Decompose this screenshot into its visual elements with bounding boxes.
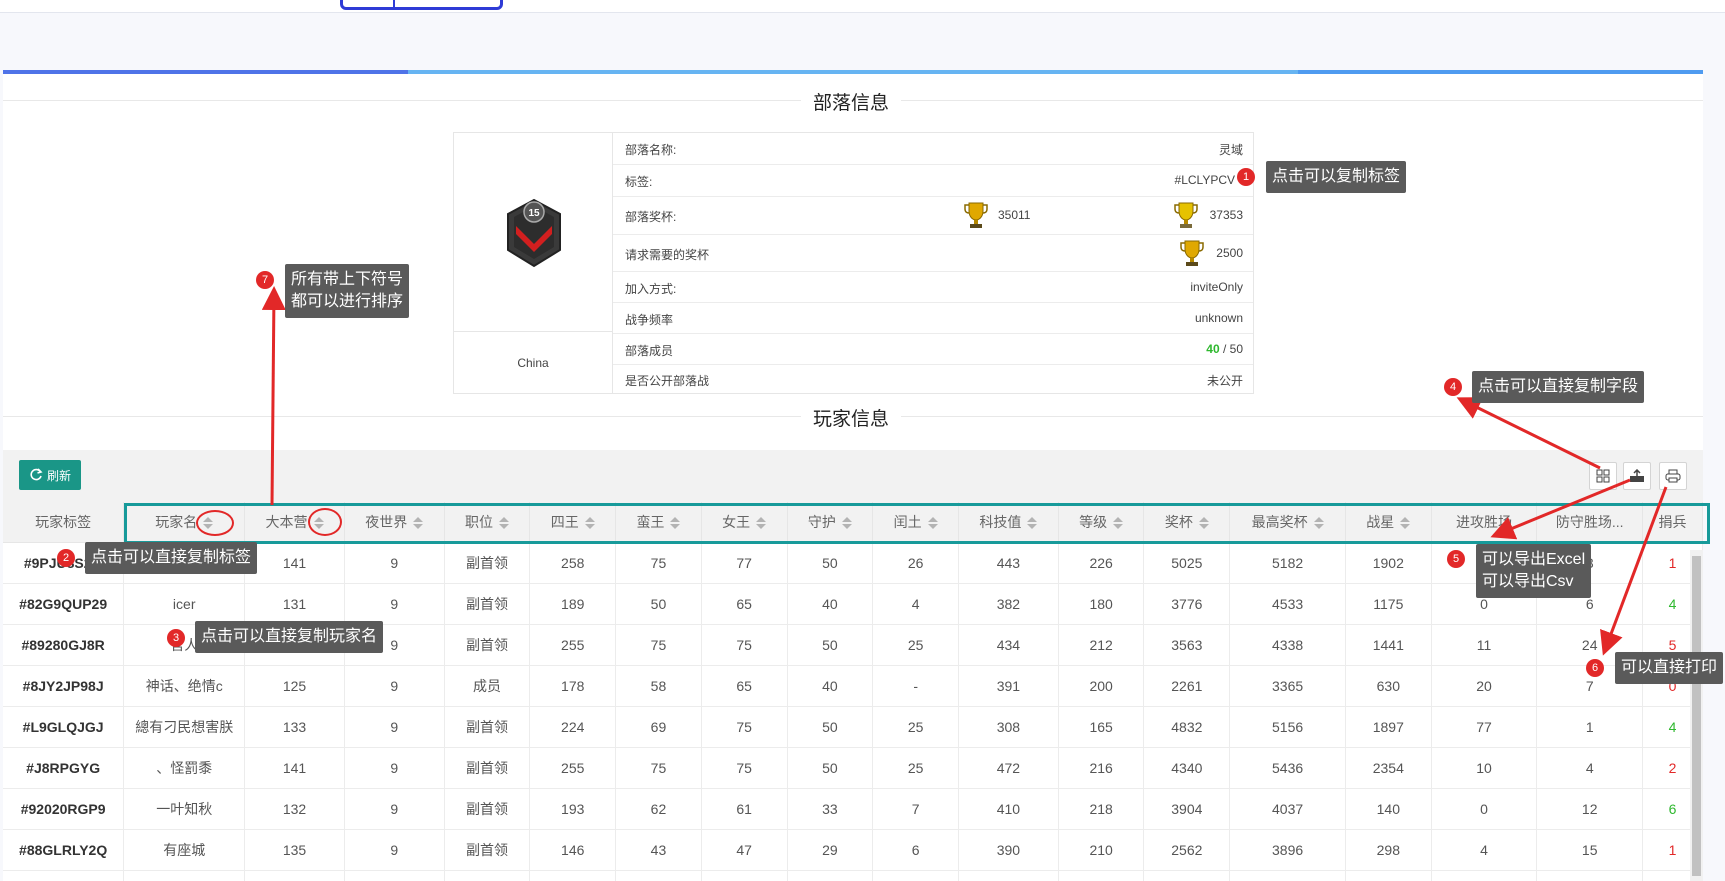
annotation-line: 可以导出Csv: [1482, 573, 1574, 590]
annotation-line: 可以导出Excel: [1482, 551, 1586, 568]
annotation-tooltip: 可以导出Excel 可以导出Csv: [1476, 544, 1592, 598]
annotation-line: 所有带上下符号: [291, 271, 404, 288]
annotation-tooltip: 可以直接打印: [1615, 652, 1724, 684]
annotation-marker: 6: [1586, 659, 1604, 677]
annotation-line: 都可以进行排序: [291, 293, 404, 310]
annotation-tooltip: 所有带上下符号 都可以进行排序: [285, 264, 410, 318]
annotation-marker: 4: [1444, 378, 1462, 396]
annotation-marker: 1: [1237, 168, 1255, 186]
annotation-tooltip: 点击可以复制标签: [1266, 161, 1407, 193]
annotation-marker: 5: [1447, 550, 1465, 568]
annotation-arrows: [261, 286, 1668, 656]
annotation-marker: 3: [167, 629, 185, 647]
annotation-tooltip: 点击可以直接复制字段: [1472, 371, 1645, 403]
annotation-marker: 7: [256, 271, 274, 289]
annotation-tooltip: 点击可以直接复制玩家名: [195, 621, 384, 653]
annotation-marker: 2: [57, 549, 75, 567]
annotation-tooltip: 点击可以直接复制标签: [85, 542, 258, 574]
